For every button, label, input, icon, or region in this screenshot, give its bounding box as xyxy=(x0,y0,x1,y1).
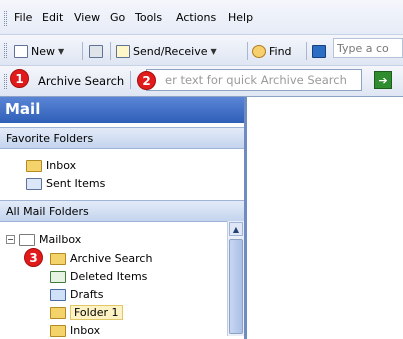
sent-items-icon xyxy=(26,177,42,190)
folder-label: Mailbox xyxy=(39,233,82,246)
find-label: Find xyxy=(269,44,292,58)
find-button[interactable]: Find xyxy=(252,43,292,59)
menu-tools[interactable]: Tools xyxy=(135,11,162,24)
folder-inbox[interactable]: Inbox xyxy=(50,322,100,339)
collapse-icon[interactable]: − xyxy=(6,235,15,244)
folder-folder-1[interactable]: Folder 1 xyxy=(50,304,123,321)
all-mail-folders-header[interactable]: All Mail Folders xyxy=(0,200,244,222)
archive-search-button[interactable]: Archive Search xyxy=(38,70,124,92)
archive-search-input[interactable]: er text for quick Archive Search xyxy=(146,69,362,91)
new-label: New xyxy=(31,44,55,58)
new-mail-icon xyxy=(14,44,28,58)
menu-file[interactable]: File xyxy=(14,11,32,24)
content-pane xyxy=(250,97,403,339)
folder-label: Inbox xyxy=(70,324,101,337)
navigation-pane: Mail Favorite Folders Inbox Sent Items A… xyxy=(0,97,247,339)
pane-title: Mail xyxy=(0,97,244,123)
toolbar-separator xyxy=(247,42,248,60)
address-book-button[interactable] xyxy=(312,43,326,59)
menu-view[interactable]: View xyxy=(74,11,100,24)
toolbar-separator xyxy=(306,42,307,60)
find-icon xyxy=(252,44,266,58)
send-receive-icon xyxy=(116,44,130,58)
search-folder-icon xyxy=(50,252,66,265)
toolbar-separator xyxy=(82,42,83,60)
mailbox-icon xyxy=(19,233,35,246)
chevron-down-icon[interactable]: ▼ xyxy=(210,47,216,56)
toolbar-grip[interactable] xyxy=(4,74,7,89)
folder-label: Inbox xyxy=(46,159,77,172)
menu-edit[interactable]: Edit xyxy=(42,11,63,24)
archive-search-label: Archive Search xyxy=(38,74,125,88)
folder-label: Deleted Items xyxy=(70,270,148,283)
search-placeholder: er text for quick Archive Search xyxy=(165,73,347,87)
folder-icon xyxy=(50,306,66,319)
send-receive-label: Send/Receive xyxy=(133,44,208,58)
folder-label: Sent Items xyxy=(46,177,106,190)
deleted-items-icon xyxy=(50,270,66,283)
favorite-folders-header[interactable]: Favorite Folders xyxy=(0,127,244,149)
inbox-icon xyxy=(50,324,66,337)
toolbar-grip[interactable] xyxy=(4,11,7,26)
toolbar-separator xyxy=(110,42,111,60)
folder-deleted-items[interactable]: Deleted Items xyxy=(50,268,147,285)
chevron-up-icon[interactable]: ▲ xyxy=(229,222,243,236)
folder-drafts[interactable]: Drafts xyxy=(50,286,103,303)
callout-badge-3: 3 xyxy=(24,248,43,267)
chevron-down-icon[interactable]: ▼ xyxy=(58,47,64,56)
menu-go[interactable]: Go xyxy=(110,11,125,24)
print-button[interactable] xyxy=(89,43,103,59)
folder-label: Folder 1 xyxy=(70,305,123,320)
folder-scrollbar[interactable]: ▲ xyxy=(227,221,244,336)
print-icon xyxy=(89,44,103,58)
mailbox-root[interactable]: − Mailbox xyxy=(6,231,81,248)
toolbar-grip[interactable] xyxy=(4,43,7,58)
menu-bar: File Edit View Go Tools Actions Help xyxy=(0,0,403,35)
new-button[interactable]: New ▼ xyxy=(14,43,64,59)
callout-badge-1: 1 xyxy=(10,69,29,88)
menu-help[interactable]: Help xyxy=(228,11,253,24)
favorite-inbox[interactable]: Inbox xyxy=(26,157,76,174)
menu-actions[interactable]: Actions xyxy=(176,11,216,24)
folder-label: Drafts xyxy=(70,288,104,301)
callout-badge-2: 2 xyxy=(137,71,156,90)
favorite-sent-items[interactable]: Sent Items xyxy=(26,175,105,192)
address-book-icon xyxy=(312,44,326,58)
folder-label: Archive Search xyxy=(70,252,153,265)
folder-archive-search[interactable]: Archive Search xyxy=(50,250,152,267)
toolbar-separator xyxy=(130,71,131,89)
send-receive-button[interactable]: Send/Receive ▼ xyxy=(116,43,217,59)
contact-search-input[interactable]: Type a co xyxy=(333,38,403,58)
inbox-icon xyxy=(26,159,42,172)
drafts-icon xyxy=(50,288,66,301)
scroll-thumb[interactable] xyxy=(229,239,243,334)
arrow-right-icon[interactable]: ➔ xyxy=(374,71,392,89)
